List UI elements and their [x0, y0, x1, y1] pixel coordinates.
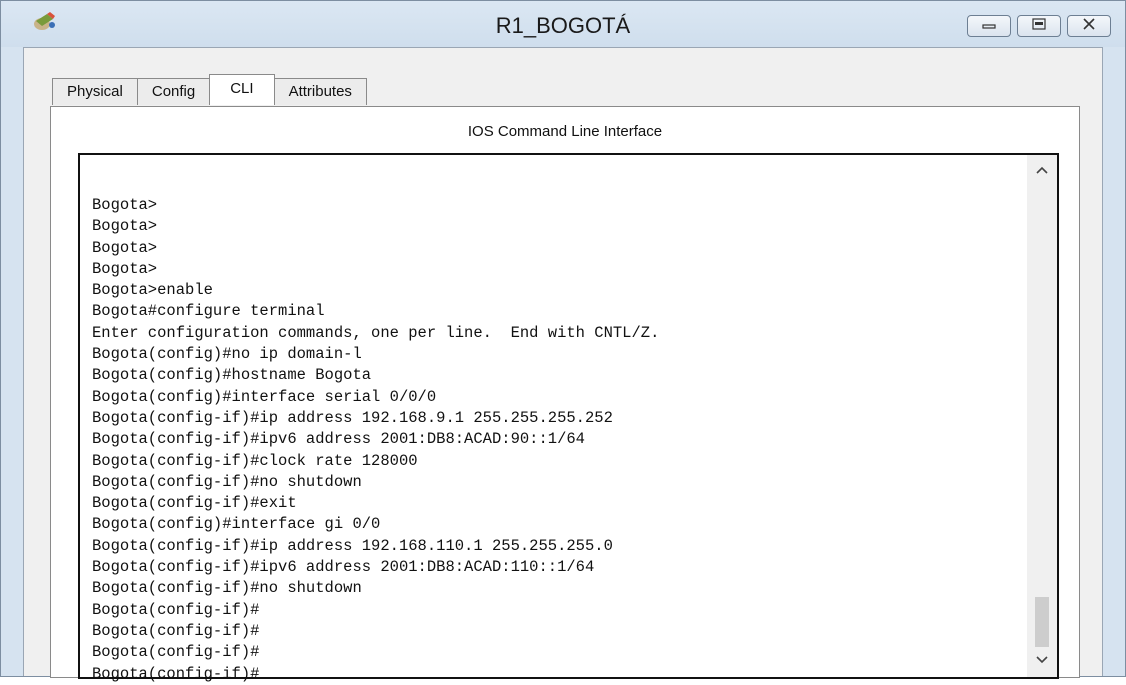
cli-panel: IOS Command Line Interface Bogota> Bogota…: [50, 106, 1080, 683]
terminal-line: Bogota(config-if)#ipv6 address 2001:DB8:…: [92, 430, 585, 449]
minimize-icon: [981, 17, 997, 35]
terminal-line: Bogota(config)#no ip domain-l: [92, 345, 362, 364]
tab-cli[interactable]: CLI: [209, 74, 275, 105]
terminal-line: Bogota#configure terminal: [92, 302, 325, 321]
terminal-line: Bogota(config)#hostname Bogota: [92, 366, 372, 385]
minimize-button[interactable]: [967, 15, 1011, 37]
terminal-line: Bogota>: [92, 196, 158, 214]
chevron-down-icon: [1035, 652, 1049, 670]
maximize-button[interactable]: [1017, 15, 1061, 37]
window-title: R1_BOGOTÁ: [495, 13, 631, 38]
terminal-line: Bogota>: [92, 259, 158, 278]
scroll-up-button[interactable]: [1027, 161, 1057, 181]
terminal-line: Bogota(config-if)#: [92, 643, 260, 662]
terminal-line: Bogota>enable: [92, 281, 213, 300]
tab-config[interactable]: Config: [136, 78, 211, 105]
terminal-line: Bogota(config)#interface serial 0/0/0: [92, 387, 437, 406]
tab-bar: Physical Config CLI Attributes: [52, 74, 367, 106]
panel-title: IOS Command Line Interface: [467, 123, 663, 140]
terminal-line: Enter configuration commands, one per li…: [92, 323, 660, 342]
maximize-icon: [1031, 17, 1047, 35]
chevron-up-icon: [1035, 162, 1049, 180]
terminal-line: Bogota(config-if)#no shutdown: [92, 472, 362, 491]
title-bar[interactable]: R1_BOGOTÁ: [1, 1, 1125, 47]
tab-attributes[interactable]: Attributes: [273, 78, 367, 105]
terminal-line: Bogota>: [92, 217, 158, 236]
terminal-line: Bogota(config-if)#: [92, 600, 260, 619]
terminal-output[interactable]: Bogota> Bogota> Bogota> Bogota> Bogota>enabl…: [92, 195, 1017, 685]
terminal-line: Bogota(config-if)#ip address 192.168.9.1…: [92, 408, 613, 427]
terminal-line: Bogota(config-if)#: [92, 664, 260, 683]
terminal-line: Bogota(config-if)#: [92, 621, 260, 640]
terminal-line: Bogota(config-if)#no shutdown: [92, 579, 362, 598]
terminal-line: Bogota(config-if)#exit: [92, 494, 297, 513]
terminal-line: Bogota(config-if)#ipv6 address 2001:DB8:…: [92, 558, 595, 577]
vertical-scrollbar[interactable]: [1027, 155, 1057, 677]
terminal-line: Bogota>: [92, 238, 158, 257]
terminal-line: Bogota(config-if)#clock rate 128000: [92, 451, 418, 470]
terminal-line: Bogota(config)#interface gi 0/0: [92, 515, 381, 534]
scroll-down-button[interactable]: [1027, 651, 1057, 671]
close-icon: [1081, 17, 1097, 35]
window-controls: [967, 15, 1111, 39]
terminal-line: Bogota(config-if)#ip address 192.168.110…: [92, 536, 613, 555]
cli-terminal[interactable]: Bogota> Bogota> Bogota> Bogota> Bogota>enabl…: [78, 153, 1059, 683]
scroll-thumb[interactable]: [1035, 597, 1049, 647]
app-window: R1_BOGOTÁ Physical Config CLI Attributes…: [0, 0, 1126, 683]
close-button[interactable]: [1067, 15, 1111, 37]
window-client-area: Physical Config CLI Attributes IOS Comma…: [23, 47, 1103, 683]
tab-physical[interactable]: Physical: [52, 78, 138, 105]
